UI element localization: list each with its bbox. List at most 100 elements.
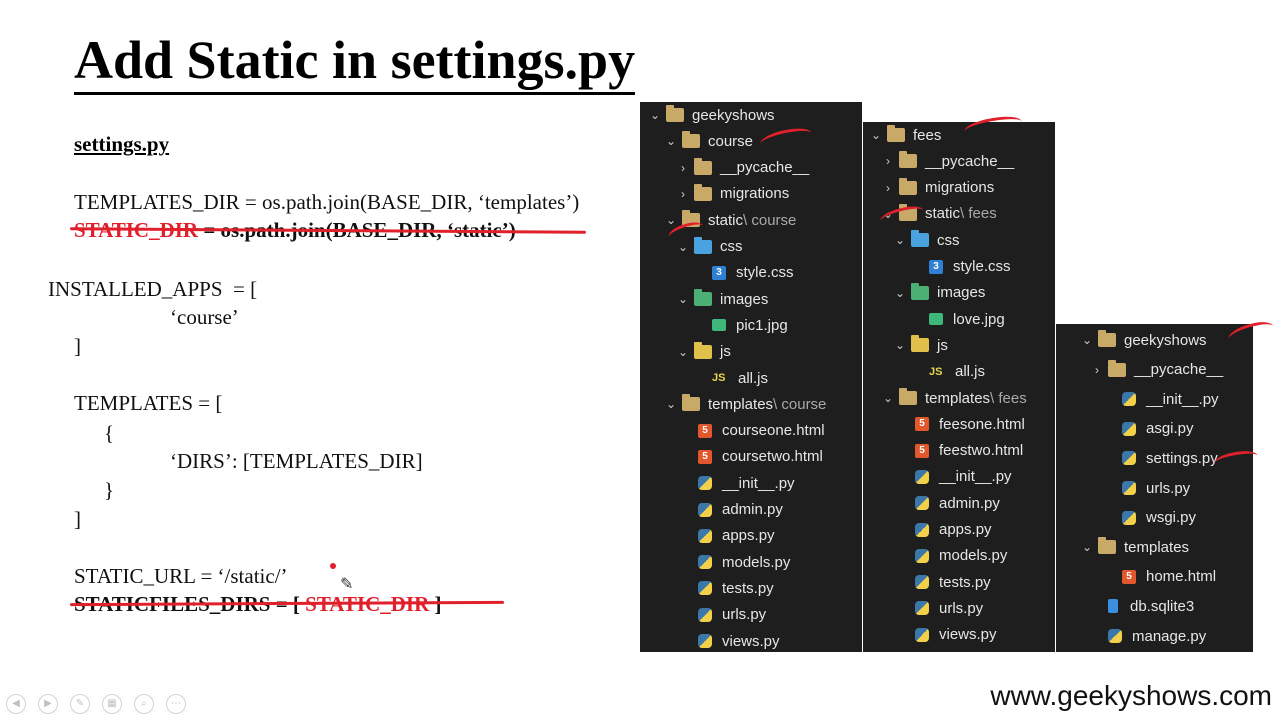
tree-item[interactable]: 5 feestwo.html <box>897 438 1023 464</box>
prev-slide-icon[interactable]: ◀ <box>6 694 26 714</box>
tree-item-label: feesone.html <box>939 415 1025 433</box>
tree-item-label: tests.py <box>722 579 774 597</box>
tree-item[interactable]: wsgi.py <box>1104 505 1196 531</box>
slides-grid-icon[interactable]: ▦ <box>102 694 122 714</box>
tree-item[interactable]: 5 coursetwo.html <box>680 444 823 470</box>
tree-item[interactable]: 5 courseone.html <box>680 418 825 444</box>
tree-item[interactable]: 5 feesone.html <box>897 411 1025 437</box>
chevron-down-icon[interactable]: ⌄ <box>893 338 907 352</box>
tree-item[interactable]: 3 style.css <box>694 260 794 286</box>
chevron-down-icon[interactable]: ⌄ <box>1080 333 1094 347</box>
chevron-right-icon[interactable]: › <box>881 154 895 168</box>
slide-title: Add Static in settings.py <box>74 28 636 95</box>
next-slide-icon[interactable]: ▶ <box>38 694 58 714</box>
chevron-right-icon[interactable]: › <box>676 187 690 201</box>
tree-item[interactable]: ⌄ css <box>893 227 960 253</box>
css-folder-icon <box>911 230 929 248</box>
tree-item[interactable]: › migrations <box>881 175 994 201</box>
tree-item[interactable]: love.jpg <box>911 306 1005 332</box>
chevron-down-icon[interactable]: ⌄ <box>676 240 690 254</box>
python-file-icon <box>1122 481 1136 495</box>
python-file-icon <box>915 601 929 616</box>
tree-item[interactable]: 3 style.css <box>911 254 1011 280</box>
folder-icon <box>887 125 905 142</box>
tree-item[interactable]: › __pycache__ <box>1090 357 1223 383</box>
chevron-down-icon[interactable]: ⌄ <box>676 345 690 359</box>
tree-item-label: admin.py <box>722 501 783 518</box>
tree-item-label: admin.py <box>939 494 1000 512</box>
templates-open: TEMPLATES = [ <box>74 391 223 415</box>
tree-item[interactable]: urls.py <box>897 595 983 621</box>
tree-item-label: __init__.py <box>722 474 795 492</box>
tree-item[interactable]: ⌄ geekyshows <box>648 102 775 128</box>
tree-item-label: templates <box>708 395 774 413</box>
images-folder-icon <box>694 289 712 307</box>
tree-item[interactable]: ⌄ fees <box>869 122 941 148</box>
tree-item[interactable]: manage.py <box>1090 623 1206 649</box>
tree-item[interactable]: ⌄ templates \ fees <box>881 385 1027 411</box>
folder-icon <box>899 177 917 195</box>
chevron-down-icon[interactable]: ⌄ <box>648 108 662 122</box>
more-options-icon[interactable]: ⋯ <box>166 694 186 714</box>
pen-tool-icon[interactable]: ✎ <box>70 694 90 714</box>
chevron-down-icon[interactable]: ⌄ <box>869 128 883 142</box>
tree-item[interactable]: urls.py <box>680 602 766 628</box>
tree-item[interactable]: urls.py <box>1104 475 1190 501</box>
tree-item[interactable]: 5 home.html <box>1104 564 1216 590</box>
tree-item[interactable]: ⌄ templates <box>1080 534 1189 560</box>
python-file-icon <box>698 634 712 648</box>
tree-item[interactable]: apps.py <box>680 523 775 549</box>
tree-item[interactable]: asgi.py <box>1104 416 1194 442</box>
chevron-down-icon[interactable]: ⌄ <box>893 286 907 300</box>
tree-item[interactable]: views.py <box>680 628 780 652</box>
tree-item[interactable]: models.py <box>680 549 790 575</box>
chevron-down-icon[interactable]: ⌄ <box>664 134 678 148</box>
tree-item[interactable]: __init__.py <box>1104 386 1219 412</box>
explorer-panel-course: ⌄ geekyshows ⌄ course › __pycache__ › migration… <box>640 102 862 652</box>
tree-item[interactable]: db.sqlite3 <box>1090 593 1194 619</box>
tree-item-label: geekyshows <box>692 106 775 124</box>
tree-item[interactable]: settings.py <box>1104 445 1218 471</box>
chevron-right-icon[interactable]: › <box>676 161 690 175</box>
tree-item[interactable]: › __pycache__ <box>676 155 809 181</box>
tree-item[interactable]: pic1.jpg <box>694 312 788 338</box>
tree-item[interactable]: › migrations <box>676 181 789 207</box>
tree-item[interactable]: ⌄ templates \ course <box>664 391 826 417</box>
chevron-down-icon[interactable]: ⌄ <box>676 292 690 306</box>
chevron-down-icon[interactable]: ⌄ <box>881 391 895 405</box>
tree-item[interactable]: admin.py <box>680 497 783 523</box>
tree-item[interactable]: ⌄ js <box>893 332 948 358</box>
tree-item[interactable]: __init__.py <box>680 470 795 496</box>
tree-item[interactable]: tests.py <box>680 575 774 601</box>
tree-item[interactable]: ⌄ geekyshows <box>1080 327 1207 353</box>
chevron-down-icon[interactable]: ⌄ <box>664 397 678 411</box>
tree-item[interactable]: ⌄ course <box>664 128 753 154</box>
tree-item[interactable]: ⌄ images <box>676 286 768 312</box>
chevron-down-icon[interactable]: ⌄ <box>1080 540 1094 554</box>
dirs-line: ‘DIRS’: [TEMPLATES_DIR] <box>170 449 423 473</box>
chevron-down-icon[interactable]: ⌄ <box>664 213 678 227</box>
tree-item[interactable]: __init__.py <box>897 464 1012 490</box>
tree-item[interactable]: admin.py <box>897 490 1000 516</box>
python-file-icon <box>1122 392 1136 407</box>
tree-item-path: \ course <box>743 211 797 229</box>
tree-item[interactable]: JS all.js <box>694 365 768 391</box>
js-file-icon: JS <box>712 372 726 384</box>
tree-item[interactable]: views.py <box>897 622 997 648</box>
tree-item[interactable]: models.py <box>897 543 1007 569</box>
tree-item[interactable]: apps.py <box>897 517 992 543</box>
tree-item[interactable]: tests.py <box>897 569 991 595</box>
tree-item-path: \ fees <box>960 205 997 223</box>
tree-item[interactable]: ⌄ images <box>893 280 985 306</box>
chevron-down-icon[interactable]: ⌄ <box>893 233 907 247</box>
html-file-icon: 5 <box>1122 569 1136 584</box>
image-file-icon <box>929 313 943 326</box>
tree-item[interactable]: › __pycache__ <box>881 148 1014 174</box>
tree-item-label: all.js <box>955 363 986 381</box>
tree-item[interactable]: ⌄ js <box>676 339 731 365</box>
chevron-right-icon[interactable]: › <box>881 181 895 195</box>
tree-item-label: course <box>708 132 754 150</box>
tree-item[interactable]: JS all.js <box>911 359 985 385</box>
zoom-icon[interactable]: ⌕ <box>134 694 154 714</box>
chevron-right-icon[interactable]: › <box>1090 363 1104 377</box>
